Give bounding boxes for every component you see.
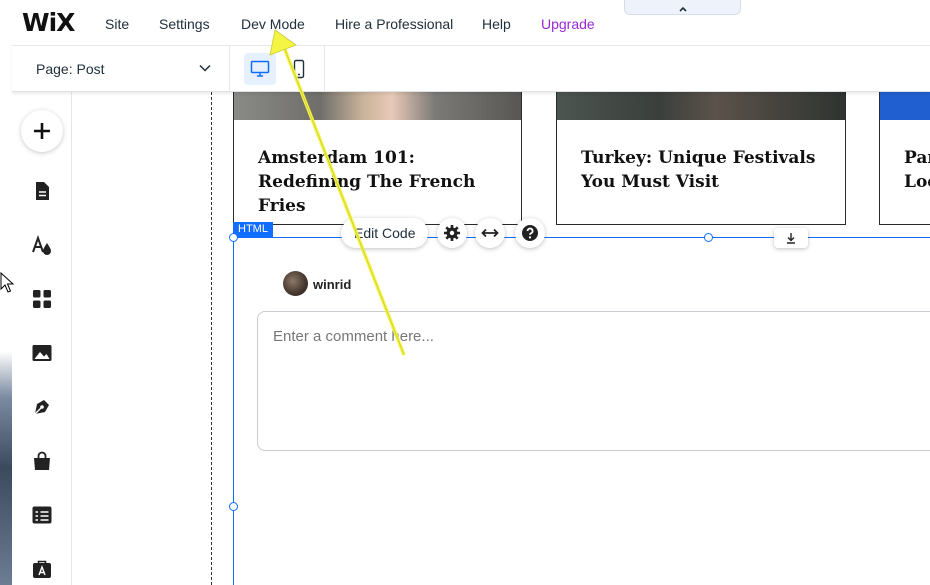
html-element-tag[interactable]: HTML xyxy=(233,222,273,237)
sub-bar-divider xyxy=(324,46,325,91)
blog-post-card[interactable]: Turkey: Unique Festivals You Must Visit xyxy=(556,92,846,225)
add-icon xyxy=(34,123,50,139)
stretch-button[interactable] xyxy=(475,218,505,248)
download-button[interactable] xyxy=(774,228,808,248)
blog-post-card[interactable]: Paris Loc xyxy=(879,92,930,225)
desktop-view-button[interactable] xyxy=(244,53,276,85)
gear-icon xyxy=(444,225,460,241)
mobile-icon xyxy=(293,59,305,79)
pages-icon[interactable] xyxy=(31,180,53,202)
chevron-down-icon xyxy=(199,64,211,72)
left-toolbar xyxy=(12,92,72,585)
wix-editor-window: WiX Site Settings Dev Mode Hire a Profes… xyxy=(0,0,930,585)
blog-post-card[interactable]: Amsterdam 101: Redefining The French Fri… xyxy=(233,92,522,225)
post-image xyxy=(880,92,930,120)
chevron-up-icon xyxy=(678,6,687,12)
blog-icon[interactable] xyxy=(31,396,53,418)
resize-handle[interactable] xyxy=(704,233,713,242)
collapse-topbar-button[interactable] xyxy=(624,0,741,15)
post-title[interactable]: Paris Loc xyxy=(904,146,930,194)
settings-button[interactable] xyxy=(437,218,467,248)
selection-border-top xyxy=(233,237,930,238)
menu-upgrade[interactable]: Upgrade xyxy=(541,16,595,32)
desktop-icon xyxy=(250,60,270,77)
post-title[interactable]: Amsterdam 101: Redefining The French Fri… xyxy=(258,146,498,218)
menu-dev-mode[interactable]: Dev Mode xyxy=(241,16,305,32)
menu-settings[interactable]: Settings xyxy=(159,16,210,32)
post-title[interactable]: Turkey: Unique Festivals You Must Visit xyxy=(581,146,821,194)
resize-handle[interactable] xyxy=(229,502,238,511)
mobile-view-button[interactable] xyxy=(283,53,315,85)
page-selector-label: Page: Post xyxy=(36,61,105,77)
business-icon[interactable] xyxy=(31,558,53,580)
menu-hire-professional[interactable]: Hire a Professional xyxy=(335,16,453,32)
menu-site[interactable]: Site xyxy=(105,16,129,32)
wix-logo[interactable]: WiX xyxy=(22,8,75,37)
post-image xyxy=(557,92,845,120)
editor-sub-bar: Page: Post xyxy=(12,46,930,92)
comment-username: winrid xyxy=(313,277,352,292)
comment-box[interactable] xyxy=(257,311,930,451)
design-icon[interactable] xyxy=(31,234,53,256)
apps-icon[interactable] xyxy=(31,288,53,310)
cms-icon[interactable] xyxy=(31,504,53,526)
help-icon xyxy=(522,225,538,241)
avatar xyxy=(283,271,308,296)
layout-guide-line xyxy=(211,92,212,585)
help-button[interactable] xyxy=(515,218,545,248)
top-bar: WiX Site Settings Dev Mode Hire a Profes… xyxy=(12,0,930,46)
stretch-icon xyxy=(481,228,499,238)
editor-canvas[interactable]: Amsterdam 101: Redefining The French Fri… xyxy=(73,92,930,585)
store-icon[interactable] xyxy=(31,450,53,472)
resize-handle[interactable] xyxy=(229,233,238,242)
edit-code-button[interactable]: Edit Code xyxy=(341,218,429,248)
menu-help[interactable]: Help xyxy=(482,16,511,32)
comment-input[interactable] xyxy=(273,328,913,345)
post-image xyxy=(234,92,521,120)
add-elements-button[interactable] xyxy=(21,110,63,152)
selection-border-left xyxy=(233,237,234,585)
mouse-cursor-icon xyxy=(0,272,14,293)
media-icon[interactable] xyxy=(31,342,53,364)
download-icon xyxy=(787,233,795,244)
page-selector[interactable]: Page: Post xyxy=(12,46,230,91)
